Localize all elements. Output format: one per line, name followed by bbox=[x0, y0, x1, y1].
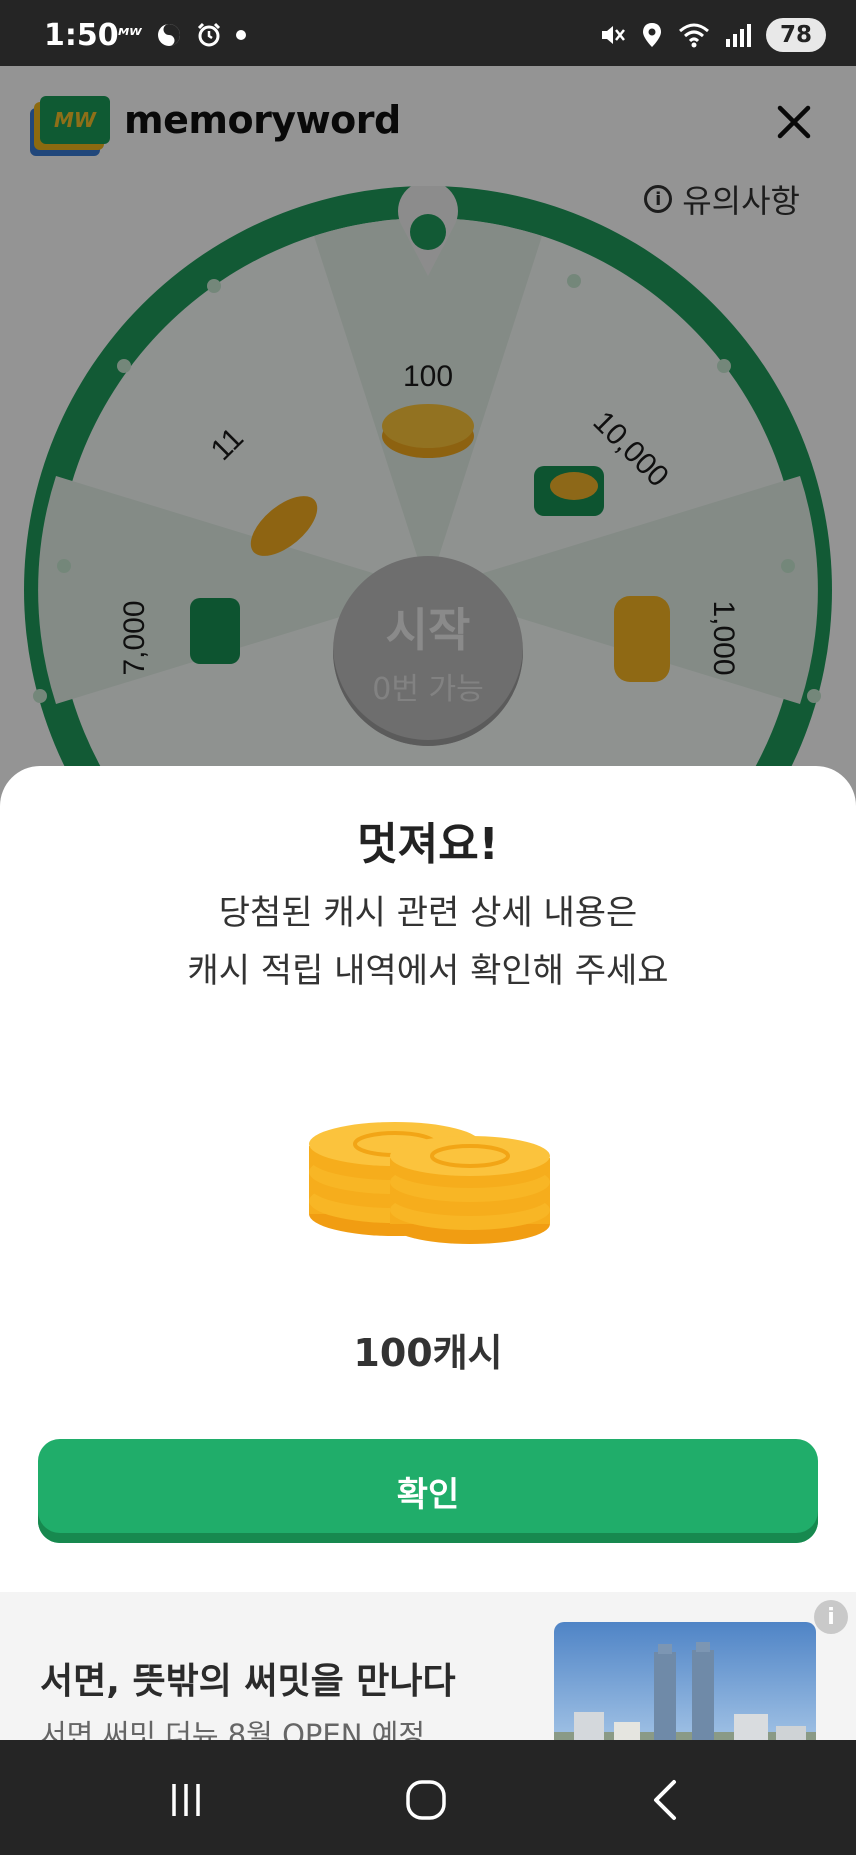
recent-apps-button[interactable] bbox=[156, 1770, 216, 1830]
sheet-description: 당첨된 캐시 관련 상세 내용은 캐시 적립 내역에서 확인해 주세요 bbox=[0, 884, 856, 1000]
description-line-1: 당첨된 캐시 관련 상세 내용은 bbox=[218, 893, 638, 933]
ad-building-image bbox=[554, 1622, 816, 1740]
wifi-icon bbox=[679, 23, 709, 48]
status-right-icons: 78 bbox=[598, 18, 826, 52]
coins-icon bbox=[309, 1122, 550, 1244]
location-icon bbox=[643, 23, 661, 47]
dot-icon bbox=[235, 30, 246, 40]
ad-title: 서면, 뜻밖의 써밋을 만나다 bbox=[40, 1661, 456, 1702]
prize-amount: 100캐시 bbox=[353, 1331, 503, 1375]
home-button[interactable] bbox=[396, 1770, 456, 1830]
status-left-icons: ᴹᵂ bbox=[118, 22, 246, 48]
result-bottom-sheet: 멋져요! 당첨된 캐시 관련 상세 내용은 캐시 적립 내역에서 확인해 주세요 bbox=[0, 766, 856, 1740]
mute-icon bbox=[602, 26, 625, 44]
ad-info-icon[interactable]: i bbox=[814, 1600, 848, 1634]
back-icon bbox=[654, 1780, 676, 1820]
ad-banner[interactable]: 서면, 뜻밖의 써밋을 만나다 서면 써밋 더뉴 8월 OPEN 예정 i bbox=[0, 1592, 856, 1740]
status-time: 1:50 bbox=[44, 18, 119, 53]
back-button[interactable] bbox=[636, 1770, 696, 1830]
sheet-title: 멋져요! bbox=[357, 819, 499, 870]
ad-subtitle: 서면 써밋 더뉴 8월 OPEN 예정 bbox=[40, 1718, 425, 1740]
status-bar: 1:50 ᴹᵂ 78 bbox=[0, 0, 856, 66]
roulette-screen: MW memoryword i 유의사항 100 10,000 1,000 7,… bbox=[0, 66, 856, 1740]
confirm-button[interactable]: 확인 bbox=[38, 1439, 818, 1543]
battery-indicator: 78 bbox=[766, 18, 826, 52]
swirl-icon bbox=[157, 24, 180, 46]
description-line-2: 캐시 적립 내역에서 확인해 주세요 bbox=[187, 951, 669, 991]
mw-icon: ᴹᵂ bbox=[118, 24, 142, 46]
signal-icon bbox=[726, 24, 751, 47]
system-nav-bar bbox=[0, 1740, 856, 1855]
recent-apps-icon bbox=[172, 1784, 200, 1816]
alarm-icon bbox=[197, 22, 220, 47]
home-icon bbox=[406, 1780, 446, 1820]
